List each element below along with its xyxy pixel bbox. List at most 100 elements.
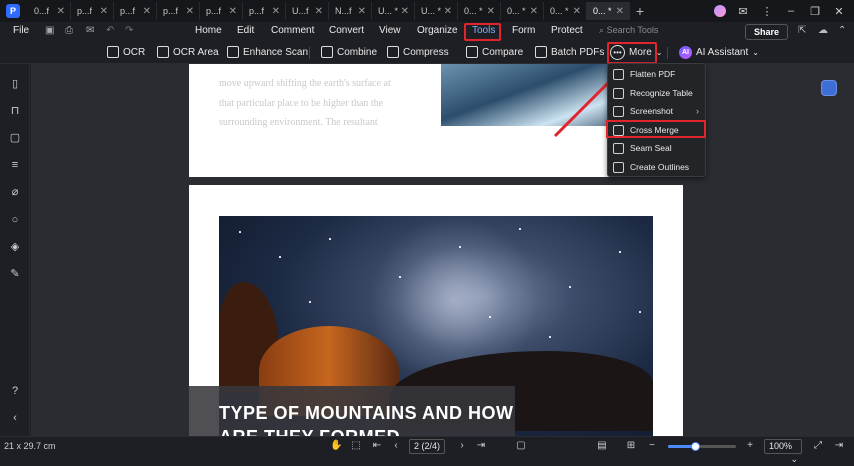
select-tool-icon[interactable]: ⬚ (350, 440, 362, 452)
close-tab-icon[interactable]: ✕ (272, 6, 280, 17)
collapse-icon[interactable]: ⇱ (798, 25, 806, 36)
last-page-icon[interactable]: ⇥ (475, 440, 487, 452)
hand-tool-icon[interactable]: ✋ (330, 440, 342, 452)
notification-icon[interactable]: ✉ (736, 5, 750, 18)
document-tab[interactable]: N...f ✕ (329, 2, 372, 20)
document-tab[interactable]: p...f ✕ (114, 2, 157, 20)
menu-convert[interactable]: Convert (329, 25, 364, 36)
menu-form[interactable]: Form (512, 25, 535, 36)
zoom-select[interactable]: 100% ⌄ (764, 439, 802, 464)
combine-button[interactable]: Combine (321, 46, 377, 58)
ai-assistant-button[interactable]: AI AI Assistant ⌄ (679, 46, 759, 59)
assistant-float-icon[interactable] (821, 80, 837, 96)
tabs-container: 0...f ✕ p...f ✕ p...f ✕ p...f ✕ p...f ✕ p...f ✕ U...… (28, 2, 630, 20)
close-tab-icon[interactable]: ✕ (57, 6, 65, 17)
next-page-icon[interactable]: › (456, 440, 468, 452)
zoom-slider-handle[interactable] (691, 442, 701, 451)
first-page-icon[interactable]: ⇤ (371, 440, 383, 452)
close-tab-icon[interactable]: ✕ (186, 6, 194, 17)
signature-icon[interactable]: ✎ (9, 268, 21, 280)
close-tab-icon[interactable]: ✕ (401, 6, 409, 17)
attachment-icon[interactable]: ⌀ (9, 186, 21, 198)
document-tab[interactable]: 0... * ✕ (458, 2, 501, 20)
menu-edit[interactable]: Edit (237, 25, 254, 36)
minimize-icon[interactable]: – (784, 5, 798, 17)
close-tab-icon[interactable]: ✕ (100, 6, 108, 17)
page-thumbnail-icon[interactable]: ▯ (9, 78, 21, 90)
bookmark-icon[interactable]: ⊓ (9, 105, 21, 117)
menu-item-recognize-table[interactable]: Recognize Table (608, 84, 705, 102)
list-icon[interactable]: ≡ (9, 159, 21, 171)
search-tools[interactable]: ⌕ Search Tools (599, 25, 658, 36)
document-tab[interactable]: 0... * ✕ (544, 2, 587, 20)
batch-pdfs-button[interactable]: Batch PDFs (535, 46, 604, 58)
cloud-icon[interactable]: ☁ (818, 25, 828, 36)
menu-file[interactable]: File (13, 25, 29, 36)
layers-icon[interactable]: ◈ (9, 241, 21, 253)
menu-protect[interactable]: Protect (551, 25, 583, 36)
share-button[interactable]: Share (745, 24, 788, 40)
chevron-up-icon[interactable]: ⌃ (838, 25, 846, 36)
close-tab-icon[interactable]: ✕ (530, 6, 538, 17)
document-viewport[interactable]: move upward shifting the earth's surface… (31, 64, 854, 436)
close-tab-icon[interactable]: ✕ (444, 6, 452, 17)
document-tab[interactable]: U...f ✕ (286, 2, 329, 20)
menu-view[interactable]: View (379, 25, 401, 36)
document-tab[interactable]: p...f ✕ (200, 2, 243, 20)
menu-comment[interactable]: Comment (271, 25, 314, 36)
menu-organize[interactable]: Organize (417, 25, 458, 36)
redo-icon[interactable]: ↷ (125, 25, 133, 36)
prev-page-icon[interactable]: ‹ (390, 440, 402, 452)
maximize-icon[interactable]: ❐ (808, 5, 822, 18)
zoom-out-icon[interactable]: − (646, 440, 658, 452)
close-window-icon[interactable]: ✕ (832, 5, 846, 18)
undo-icon[interactable]: ↶ (106, 25, 114, 36)
close-tab-icon[interactable]: ✕ (315, 6, 323, 17)
avatar[interactable] (714, 5, 726, 17)
close-tab-icon[interactable]: ✕ (143, 6, 151, 17)
save-icon[interactable]: ▣ (45, 25, 54, 36)
menu-item-seam-seal[interactable]: Seam Seal (608, 139, 705, 157)
document-tab[interactable]: p...f ✕ (157, 2, 200, 20)
close-tab-icon[interactable]: ✕ (616, 6, 624, 17)
document-tab[interactable]: p...f ✕ (243, 2, 286, 20)
document-tab[interactable]: U... * ✕ (415, 2, 458, 20)
menu-item-screenshot[interactable]: Screenshot › (608, 102, 705, 120)
ocr-area-button[interactable]: OCR Area (157, 46, 219, 58)
close-tab-icon[interactable]: ✕ (229, 6, 237, 17)
pdf-page-2: TYPE OF MOUNTAINS AND HOW ARE THEY FORME… (189, 185, 683, 436)
search-icon[interactable]: ○ (9, 214, 21, 226)
document-tab[interactable]: U... * ✕ (372, 2, 415, 20)
document-tab[interactable]: 0...f ✕ (28, 2, 71, 20)
comment-icon[interactable]: ▢ (9, 132, 21, 144)
tab-label: U... * (421, 6, 442, 16)
print-icon[interactable]: ⎙ (65, 25, 73, 36)
fit-icon[interactable]: ▢ (515, 440, 527, 452)
search-input[interactable]: Search Tools (607, 25, 659, 35)
document-tab[interactable]: p...f ✕ (71, 2, 114, 20)
page-number-input[interactable]: 2 (2/4) (409, 439, 445, 454)
close-tab-icon[interactable]: ✕ (573, 6, 581, 17)
document-tab[interactable]: 0... * ✕ (587, 2, 630, 20)
help-icon[interactable]: ⋮ (760, 5, 774, 18)
menu-item-flatten-pdf[interactable]: Flatten PDF (608, 65, 705, 83)
help-icon[interactable]: ? (9, 385, 21, 397)
zoom-in-icon[interactable]: + (744, 440, 756, 452)
compare-button[interactable]: Compare (466, 46, 523, 58)
new-tab-icon[interactable]: + (630, 3, 650, 19)
collapse-sidebar-icon[interactable]: ‹ (9, 412, 21, 424)
ocr-button[interactable]: OCR (107, 46, 145, 58)
zoom-slider[interactable] (668, 442, 736, 451)
menu-item-create-outlines[interactable]: Create Outlines (608, 158, 705, 176)
menu-home[interactable]: Home (195, 25, 222, 36)
fit-page-icon[interactable]: ⊞ (625, 440, 637, 452)
compress-button[interactable]: Compress (387, 46, 449, 58)
close-tab-icon[interactable]: ✕ (487, 6, 495, 17)
mail-icon[interactable]: ✉ (86, 25, 94, 36)
fullscreen-icon[interactable]: ⤢ (812, 440, 824, 452)
document-tab[interactable]: 0... * ✕ (501, 2, 544, 20)
close-tab-icon[interactable]: ✕ (358, 6, 366, 17)
collapse-panel-icon[interactable]: ⇥ (833, 440, 845, 452)
enhance-scan-button[interactable]: Enhance Scan (227, 46, 308, 58)
page-layout-icon[interactable]: ▤ (596, 440, 608, 452)
